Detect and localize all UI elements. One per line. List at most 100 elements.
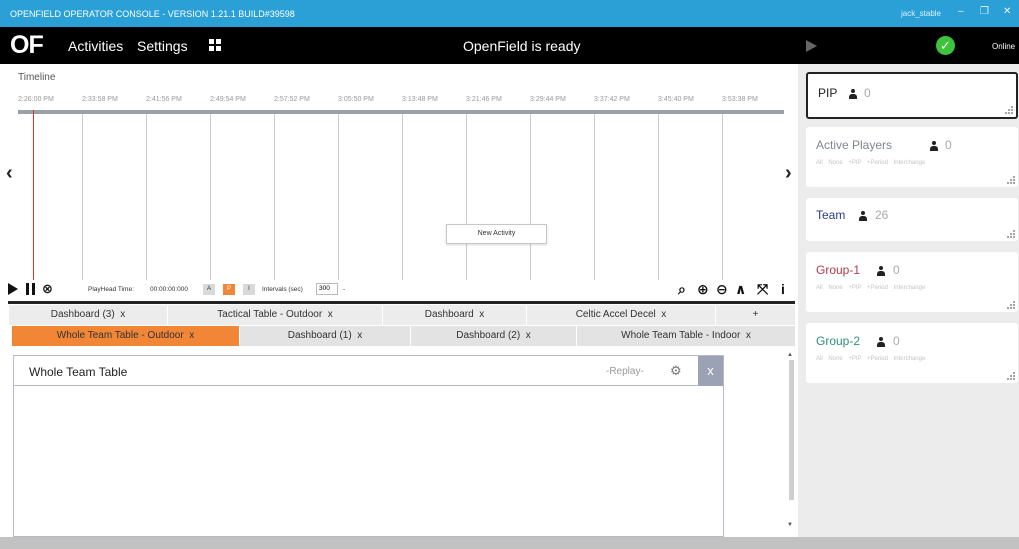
timeline-gridline (530, 114, 531, 280)
stop-circle-icon[interactable]: ⊗ (42, 281, 53, 297)
tab-whole-team-table-indoor[interactable]: Whole Team Table - Indoor x (577, 326, 795, 346)
timeline-tick: 2:41:56 PM (146, 96, 182, 103)
person-icon (848, 89, 858, 99)
new-activity-menu-item[interactable]: New Activity (446, 224, 547, 244)
person-icon (876, 266, 886, 276)
mode-i-button[interactable]: I (243, 284, 255, 295)
scrollbar-thumb[interactable] (789, 360, 794, 500)
group-count: 0 (945, 138, 952, 152)
scroll-up-arrow-icon[interactable]: ▲ (787, 352, 793, 358)
tab-tactical-table-outdoor[interactable]: Tactical Table - Outdoor x (168, 305, 382, 325)
intervals-input[interactable]: 300 (316, 283, 338, 295)
playhead-time-label: PlayHead Time: (88, 286, 134, 293)
timeline-prev-chevron-icon[interactable]: ‹ (6, 162, 13, 185)
group-card-group-1[interactable]: Group-1 0 All None +PIP +Period Intercha… (806, 252, 1018, 312)
playhead-line[interactable] (33, 110, 34, 280)
timeline-tick: 3:21:46 PM (466, 96, 502, 103)
timeline-next-chevron-icon[interactable]: › (785, 162, 792, 185)
group-card-team[interactable]: Team 26 (806, 198, 1018, 241)
timeline-tick: 3:29:44 PM (530, 96, 566, 103)
panel-close-button[interactable]: x (698, 356, 723, 386)
status-message: OpenField is ready (463, 38, 581, 54)
timeline-label: Timeline (18, 72, 56, 83)
tab-celtic-accel-decel[interactable]: Celtic Accel Decel x (527, 305, 715, 325)
tab-close[interactable]: x (526, 330, 531, 341)
app-window: OPENFIELD OPERATOR CONSOLE - VERSION 1.2… (0, 0, 1019, 549)
zoom-in-icon[interactable]: ⊕ (697, 281, 709, 298)
play-icon[interactable] (806, 40, 817, 52)
timeline-scrub-bar[interactable] (18, 110, 784, 114)
drag-handle-icon[interactable] (1007, 176, 1015, 184)
tab-label: Dashboard (1) (287, 330, 352, 341)
grid-icon[interactable] (209, 39, 221, 51)
gear-icon[interactable]: ⚙ (670, 363, 682, 379)
timeline-tick: 2:49:54 PM (210, 96, 246, 103)
mode-a-button[interactable]: A (203, 284, 215, 295)
group-card-active-players[interactable]: Active Players 0 All None +PIP +Period I… (806, 127, 1018, 187)
group-count: 0 (864, 86, 871, 100)
tab-label: Dashboard (3) (50, 309, 115, 320)
playback-controls: ⊗ PlayHead Time: 00:00:00:000 A P I Inte… (0, 280, 795, 300)
timeline-gridline (338, 114, 339, 280)
tab-close[interactable]: x (746, 330, 751, 341)
info-icon[interactable]: i (781, 281, 785, 297)
tab-label: Dashboard (424, 309, 474, 320)
status-bar (0, 537, 1019, 549)
menu-activities[interactable]: Activities (68, 38, 123, 54)
tab-close[interactable]: x (661, 309, 666, 320)
panel-header: Whole Team Table -Replay- ⚙ x (14, 356, 723, 386)
zoom-out-icon[interactable]: ⊖ (716, 281, 728, 298)
group-count: 0 (893, 334, 900, 348)
tab-close[interactable]: x (357, 330, 362, 341)
pause-icon[interactable] (26, 283, 36, 295)
collapse-up-icon[interactable]: ∧ (735, 281, 746, 298)
tab-dashboard-2[interactable]: Dashboard (2) x (411, 326, 576, 346)
drag-handle-icon[interactable] (1005, 106, 1013, 114)
tab-close[interactable]: x (328, 309, 333, 320)
user-name[interactable]: jack_stable (901, 9, 941, 18)
tab-close[interactable]: x (479, 309, 484, 320)
tab-dashboard[interactable]: Dashboard x (383, 305, 526, 325)
timeline-tick: 2:26:00 PM (18, 96, 54, 103)
person-icon (858, 211, 868, 221)
group-filter-links[interactable]: All None +PIP +Period Interchange (816, 160, 925, 166)
person-icon (876, 337, 886, 347)
drag-handle-icon[interactable] (1007, 372, 1015, 380)
timeline-gridline (594, 114, 595, 280)
timeline-tick: 2:33:58 PM (82, 96, 118, 103)
tab-close[interactable]: x (120, 309, 125, 320)
timeline-gridline (402, 114, 403, 280)
menu-settings[interactable]: Settings (137, 38, 188, 54)
group-filter-links[interactable]: All None +PIP +Period Interchange (816, 285, 925, 291)
group-count: 0 (893, 263, 900, 277)
timeline-tick: 3:37:42 PM (594, 96, 630, 103)
tab-whole-team-table-outdoor[interactable]: Whole Team Table - Outdoor x (12, 326, 239, 346)
drag-handle-icon[interactable] (1007, 301, 1015, 309)
tab-dashboard-3[interactable]: Dashboard (3) x (9, 305, 167, 325)
playhead-time-value: 00:00:00:000 (150, 286, 188, 293)
group-card-group-2[interactable]: Group-2 0 All None +PIP +Period Intercha… (806, 323, 1018, 383)
minimize-button[interactable]: – (958, 6, 964, 17)
content-scrollbar[interactable]: ▲ ▼ (786, 352, 795, 532)
panel-title: Whole Team Table (29, 365, 128, 379)
close-window-button[interactable]: ✕ (1003, 6, 1011, 17)
timeline-gridline (274, 114, 275, 280)
mode-p-button[interactable]: P (223, 284, 235, 295)
play-icon[interactable] (8, 283, 18, 295)
tab-label: Whole Team Table - Indoor (621, 330, 741, 341)
group-title: Team (816, 208, 846, 222)
timeline-gridline (210, 114, 211, 280)
scroll-down-arrow-icon[interactable]: ▼ (787, 522, 793, 528)
tab-dashboard-1[interactable]: Dashboard (1) x (240, 326, 410, 346)
fit-view-icon[interactable]: ⤧ (757, 281, 768, 298)
drag-handle-icon[interactable] (1007, 230, 1015, 238)
maximize-button[interactable]: ❐ (980, 6, 989, 17)
tab-close[interactable]: x (189, 330, 194, 341)
group-title: Active Players (816, 138, 893, 152)
group-filter-links[interactable]: All None +PIP +Period Interchange (816, 356, 925, 362)
search-icon[interactable]: ⌕ (678, 281, 686, 298)
group-card-pip[interactable]: PIP 0 (806, 72, 1018, 119)
timeline-gridline (722, 114, 723, 280)
timeline-gridline (146, 114, 147, 280)
add-tab-button[interactable]: + (716, 305, 795, 325)
